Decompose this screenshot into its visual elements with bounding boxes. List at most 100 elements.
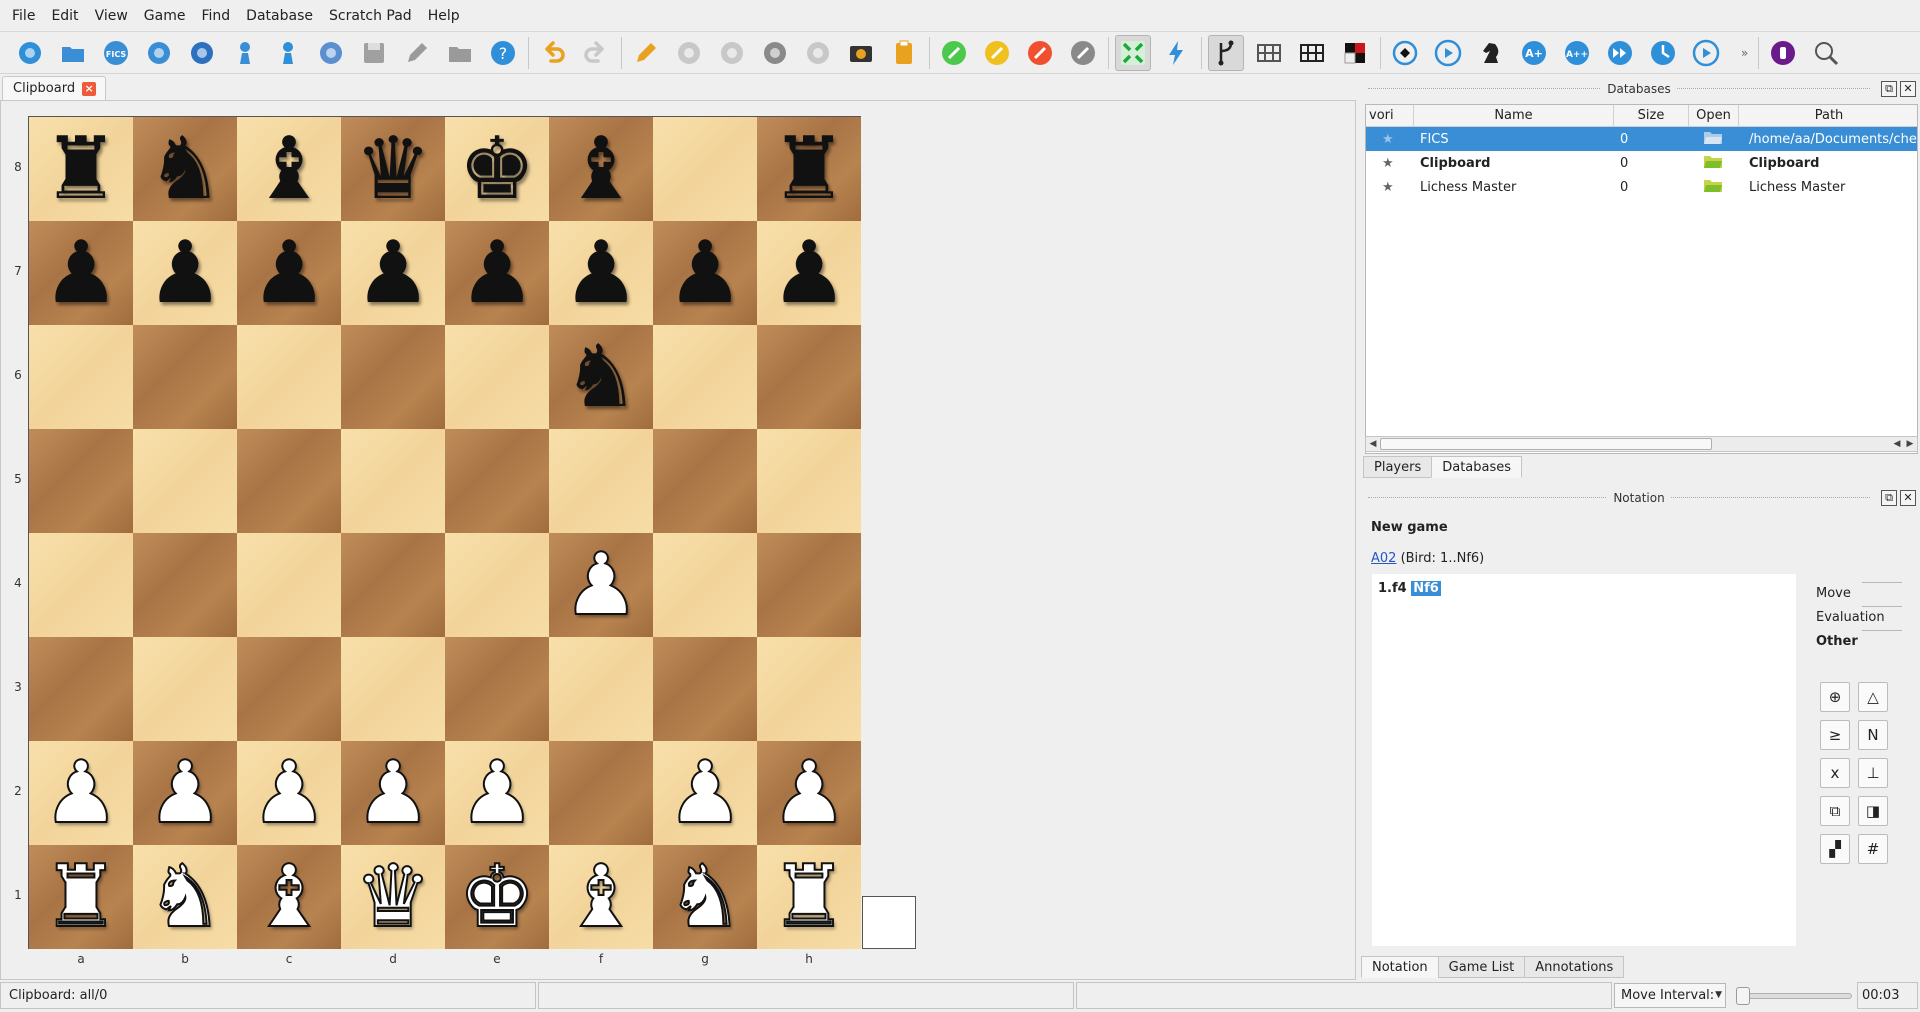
- square-c8[interactable]: ♝: [237, 117, 341, 221]
- yellow-marker-button[interactable]: [979, 35, 1015, 71]
- square-g6[interactable]: [653, 325, 757, 429]
- checker-symbol-button[interactable]: ▞: [1820, 834, 1850, 864]
- clipboard-button[interactable]: [886, 35, 922, 71]
- white-pawn-icon[interactable]: ♟: [41, 749, 120, 837]
- square-f3[interactable]: [549, 637, 653, 741]
- database-row[interactable]: ★ FICS 0/home/aa/Documents/chessda: [1366, 127, 1917, 151]
- column-open[interactable]: Open: [1689, 105, 1739, 126]
- camera-button[interactable]: [843, 35, 879, 71]
- chess-knight-button[interactable]: [1473, 35, 1509, 71]
- square-f1[interactable]: ♝: [549, 845, 653, 949]
- square-b5[interactable]: [133, 429, 237, 533]
- paste-list-button[interactable]: [714, 35, 750, 71]
- white-rook-icon[interactable]: ♜: [769, 853, 848, 941]
- square-c5[interactable]: [237, 429, 341, 533]
- star-icon[interactable]: ★: [1366, 156, 1414, 171]
- edit-pencil-button[interactable]: [628, 35, 664, 71]
- black-pawn-icon[interactable]: ♟: [354, 230, 431, 316]
- square-e8[interactable]: ♚: [445, 117, 549, 221]
- web-database-button[interactable]: [313, 35, 349, 71]
- black-pawn-icon[interactable]: ♟: [458, 230, 535, 316]
- annotate-plus-button[interactable]: A+: [1516, 35, 1552, 71]
- arrows-in-button[interactable]: [1115, 34, 1151, 71]
- square-a5[interactable]: [29, 429, 133, 533]
- save-button[interactable]: [356, 35, 392, 71]
- square-e7[interactable]: ♟: [445, 221, 549, 325]
- redo-button[interactable]: [578, 35, 614, 71]
- white-pawn-icon[interactable]: ♟: [145, 749, 224, 837]
- square-d8[interactable]: ♛: [341, 117, 445, 221]
- square-a3[interactable]: [29, 637, 133, 741]
- triangle-symbol-button[interactable]: △: [1858, 682, 1888, 712]
- column-favorite[interactable]: vori: [1366, 105, 1414, 126]
- square-d4[interactable]: [341, 533, 445, 637]
- square-b8[interactable]: ♞: [133, 117, 237, 221]
- square-g4[interactable]: [653, 533, 757, 637]
- square-c7[interactable]: ♟: [237, 221, 341, 325]
- square-h1[interactable]: ♜: [757, 845, 861, 949]
- square-b3[interactable]: [133, 637, 237, 741]
- black-knight-icon[interactable]: ♞: [146, 126, 223, 212]
- square-c2[interactable]: ♟: [237, 741, 341, 845]
- square-c4[interactable]: [237, 533, 341, 637]
- square-b2[interactable]: ♟: [133, 741, 237, 845]
- branch-button[interactable]: [1208, 34, 1244, 71]
- tab-annotations[interactable]: Annotations: [1524, 956, 1625, 978]
- white-pawn-icon[interactable]: ♟: [665, 749, 744, 837]
- white-knight-icon[interactable]: ♞: [665, 853, 744, 941]
- square-e3[interactable]: [445, 637, 549, 741]
- black-bishop-icon[interactable]: ♝: [250, 126, 327, 212]
- board-setup-button[interactable]: [757, 35, 793, 71]
- tab-databases[interactable]: Databases: [1431, 456, 1523, 478]
- tab-game-list[interactable]: Game List: [1437, 956, 1526, 978]
- black-knight-icon[interactable]: ♞: [562, 334, 639, 420]
- square-f7[interactable]: ♟: [549, 221, 653, 325]
- menu-scratch-pad[interactable]: Scratch Pad: [321, 0, 420, 32]
- lichess-button[interactable]: [141, 35, 177, 71]
- square-g7[interactable]: ♟: [653, 221, 757, 325]
- white-pawn-icon[interactable]: ♟: [353, 749, 432, 837]
- square-a6[interactable]: [29, 325, 133, 429]
- folder-icon[interactable]: [1689, 129, 1739, 149]
- square-d5[interactable]: [341, 429, 445, 533]
- square-e5[interactable]: [445, 429, 549, 533]
- square-b4[interactable]: [133, 533, 237, 637]
- square-e2[interactable]: ♟: [445, 741, 549, 845]
- paste-button[interactable]: [671, 35, 707, 71]
- square-a8[interactable]: ♜: [29, 117, 133, 221]
- copy-button[interactable]: [800, 35, 836, 71]
- half-square-symbol-button[interactable]: ◨: [1858, 796, 1888, 826]
- square-a7[interactable]: ♟: [29, 221, 133, 325]
- square-f5[interactable]: [549, 429, 653, 533]
- white-bishop-icon[interactable]: ♝: [561, 853, 640, 941]
- white-king-icon[interactable]: ♚: [457, 853, 536, 941]
- hash-symbol-button[interactable]: #: [1858, 834, 1888, 864]
- white-bishop-icon[interactable]: ♝: [249, 853, 328, 941]
- copy-square-symbol-button[interactable]: ⧉: [1820, 796, 1850, 826]
- square-e1[interactable]: ♚: [445, 845, 549, 949]
- black-pawn-icon[interactable]: ♟: [562, 230, 639, 316]
- green-marker-button[interactable]: [936, 35, 972, 71]
- menu-game[interactable]: Game: [136, 0, 194, 32]
- square-a4[interactable]: [29, 533, 133, 637]
- lightning-button[interactable]: [1158, 35, 1194, 71]
- black-pawn-icon[interactable]: ♟: [146, 230, 223, 316]
- white-pawn-icon[interactable]: ♟: [769, 749, 848, 837]
- square-h6[interactable]: [757, 325, 861, 429]
- square-h4[interactable]: [757, 533, 861, 637]
- fast-forward-button[interactable]: [1602, 35, 1638, 71]
- perpendicular-symbol-button[interactable]: ⊥: [1858, 758, 1888, 788]
- database-row[interactable]: ★ Lichess Master 0 Lichess Master: [1366, 175, 1917, 199]
- square-g2[interactable]: ♟: [653, 741, 757, 845]
- move-white[interactable]: 1.f4: [1378, 581, 1407, 596]
- move-interval-combo[interactable]: Move Interval: ▼: [1614, 983, 1726, 1008]
- square-a2[interactable]: ♟: [29, 741, 133, 845]
- square-d2[interactable]: ♟: [341, 741, 445, 845]
- move-interval-slider-track[interactable]: [1736, 993, 1852, 999]
- help-button[interactable]: ?: [485, 35, 521, 71]
- fics-button[interactable]: FICS: [98, 35, 134, 71]
- square-c3[interactable]: [237, 637, 341, 741]
- black-pawn-icon[interactable]: ♟: [250, 230, 327, 316]
- open-folder-button[interactable]: [55, 35, 91, 71]
- white-knight-icon[interactable]: ♞: [145, 853, 224, 941]
